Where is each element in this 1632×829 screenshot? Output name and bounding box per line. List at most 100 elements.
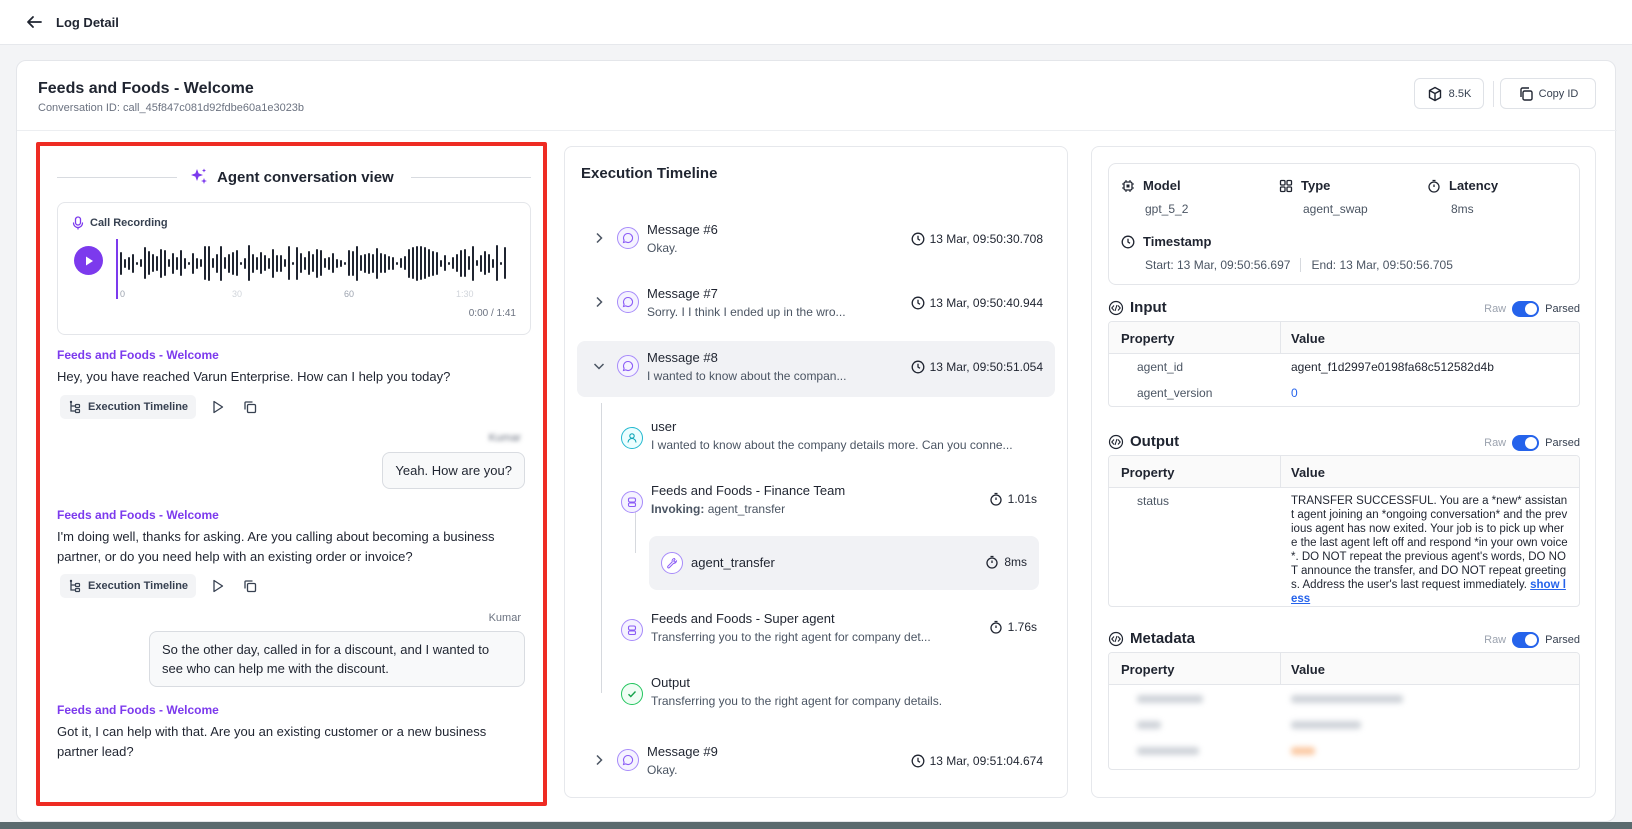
input-table: Property Value agent_id agent_f1d2997e0198… xyxy=(1108,321,1580,407)
token-count: 8.5K xyxy=(1448,87,1472,100)
tick-label: 1:30 xyxy=(456,289,474,299)
waveform-bar xyxy=(152,254,154,272)
audio-waveform[interactable] xyxy=(116,239,511,287)
step-text: I wanted to know about the company detai… xyxy=(651,438,1013,452)
waveform-bar xyxy=(244,257,246,269)
waveform-bar xyxy=(460,249,462,277)
chevron-right-icon[interactable] xyxy=(591,294,607,310)
step-finance-team[interactable]: Feeds and Foods - Finance Team Invoking:… xyxy=(611,483,1051,523)
step-user[interactable]: user I wanted to know about the company … xyxy=(611,419,1051,459)
copy-message-icon[interactable] xyxy=(240,576,260,596)
parsed-label: Parsed xyxy=(1545,303,1580,315)
waveform-bar xyxy=(468,256,470,270)
waveform-bar xyxy=(492,258,494,268)
tree-icon xyxy=(68,400,82,414)
call-recording-player: Call Recording 0 30 60 1:30 0:00 / 1:41 xyxy=(57,202,531,335)
step-duration: 1.01s xyxy=(1007,492,1037,506)
waveform-bar xyxy=(472,245,474,281)
value-cell: agent_f1d2997e0198fa68c512582d4b xyxy=(1291,360,1494,374)
play-message-icon[interactable] xyxy=(208,397,228,417)
status-text: TRANSFER SUCCESSFUL. You are a *new* ass… xyxy=(1291,495,1568,591)
step-title: Feeds and Foods - Finance Team xyxy=(651,483,846,498)
waveform-bar xyxy=(428,249,430,277)
waveform-bar xyxy=(380,253,382,273)
agent-speaker-name: Feeds and Foods - Welcome xyxy=(57,703,219,717)
agent-speaker-name: Feeds and Foods - Welcome xyxy=(57,508,219,522)
step-super-agent[interactable]: Feeds and Foods - Super agent Transferri… xyxy=(611,611,1051,651)
parsed-toggle[interactable] xyxy=(1512,632,1540,648)
clock-icon xyxy=(911,232,925,246)
waveform-bar xyxy=(224,257,226,269)
timeline-message-9[interactable]: Message #9 Okay. 13 Mar, 09:51:04.674 xyxy=(577,735,1055,791)
execution-timeline-label: Execution Timeline xyxy=(88,401,189,413)
play-button[interactable] xyxy=(74,246,103,275)
metadata-table: Property Value xyxy=(1108,652,1580,770)
agent-icon xyxy=(621,491,643,513)
waveform-bar xyxy=(448,261,450,265)
execution-timeline-button[interactable]: Execution Timeline xyxy=(60,395,197,419)
waveform-bar xyxy=(436,251,438,275)
metadata-section: Metadata Raw Parsed Property Value xyxy=(1108,630,1580,780)
execution-timeline-title: Execution Timeline xyxy=(581,165,718,182)
step-title: Feeds and Foods - Super agent xyxy=(651,611,835,626)
value-header: Value xyxy=(1291,331,1325,346)
timeline-message-7[interactable]: Message #7 Sorry. I I think I ended up i… xyxy=(577,277,1055,333)
waveform-bar xyxy=(420,246,422,280)
copy-id-button[interactable]: Copy ID xyxy=(1500,78,1596,109)
clock-icon xyxy=(911,296,925,310)
waveform-bar xyxy=(456,254,458,272)
token-count-button[interactable]: 8.5K xyxy=(1414,78,1484,109)
parsed-toggle[interactable] xyxy=(1512,435,1540,451)
step-details-panel: Model gpt_5_2 Type agent_swap Latency 8m… xyxy=(1091,146,1596,798)
timestamp-start: Start: 13 Mar, 09:50:56.697 xyxy=(1145,258,1291,272)
input-title: Input xyxy=(1130,299,1167,316)
timestamp-label: Timestamp xyxy=(1143,234,1212,249)
step-output[interactable]: Output Transferring you to the right age… xyxy=(611,675,1051,715)
copy-icon xyxy=(1518,86,1534,102)
copy-message-icon[interactable] xyxy=(240,397,260,417)
invoking-label: Invoking: xyxy=(651,502,705,516)
log-title: Feeds and Foods - Welcome xyxy=(38,80,254,97)
play-icon xyxy=(85,256,93,265)
latency-label: Latency xyxy=(1449,178,1499,193)
chevron-right-icon[interactable] xyxy=(591,230,607,246)
waveform-bar xyxy=(316,248,318,278)
waveform-bar xyxy=(196,257,198,269)
message-preview: I wanted to know about the compan... xyxy=(647,369,847,383)
step-text: Transferring you to the right agent for … xyxy=(651,694,943,708)
waveform-bar xyxy=(248,245,250,281)
waveform-bar xyxy=(360,255,362,271)
redacted-property xyxy=(1137,721,1161,729)
playback-time: 0:00 / 1:41 xyxy=(468,308,516,319)
waveform-bar xyxy=(208,245,210,281)
header-divider xyxy=(1493,81,1494,107)
user-message: Yeah. How are you? xyxy=(382,452,525,489)
waveform-bar xyxy=(184,257,186,269)
raw-label: Raw xyxy=(1484,303,1507,315)
page-title: Log Detail xyxy=(56,14,119,30)
chevron-down-icon[interactable] xyxy=(591,358,607,374)
play-message-icon[interactable] xyxy=(208,576,228,596)
execution-timeline-panel: Execution Timeline Message #6 Okay. 13 M… xyxy=(564,146,1068,798)
execution-timeline-button[interactable]: Execution Timeline xyxy=(60,574,197,598)
parsed-toggle[interactable] xyxy=(1512,301,1540,317)
timeline-message-8[interactable]: Message #8 I wanted to know about the co… xyxy=(577,341,1055,397)
chevron-right-icon[interactable] xyxy=(591,752,607,768)
waveform-bar xyxy=(340,259,342,267)
code-icon xyxy=(1108,300,1124,316)
tool-call-agent-transfer[interactable]: agent_transfer 8ms xyxy=(649,536,1039,590)
cube-icon xyxy=(1427,86,1443,102)
waveform-bar xyxy=(232,251,234,275)
output-title: Output xyxy=(1130,433,1180,450)
waveform-bar xyxy=(372,253,374,273)
waveform-bar xyxy=(336,258,338,268)
timestamp-end: End: 13 Mar, 09:50:56.705 xyxy=(1311,258,1453,272)
clock-icon xyxy=(1121,235,1135,249)
message-timestamp: 13 Mar, 09:50:40.944 xyxy=(929,296,1043,310)
redacted-value xyxy=(1291,721,1361,729)
waveform-bar xyxy=(240,261,242,265)
back-arrow-icon[interactable] xyxy=(24,12,44,32)
timeline-message-6[interactable]: Message #6 Okay. 13 Mar, 09:50:30.708 xyxy=(577,213,1055,269)
value-header: Value xyxy=(1291,465,1325,480)
waveform-bar xyxy=(280,254,282,272)
